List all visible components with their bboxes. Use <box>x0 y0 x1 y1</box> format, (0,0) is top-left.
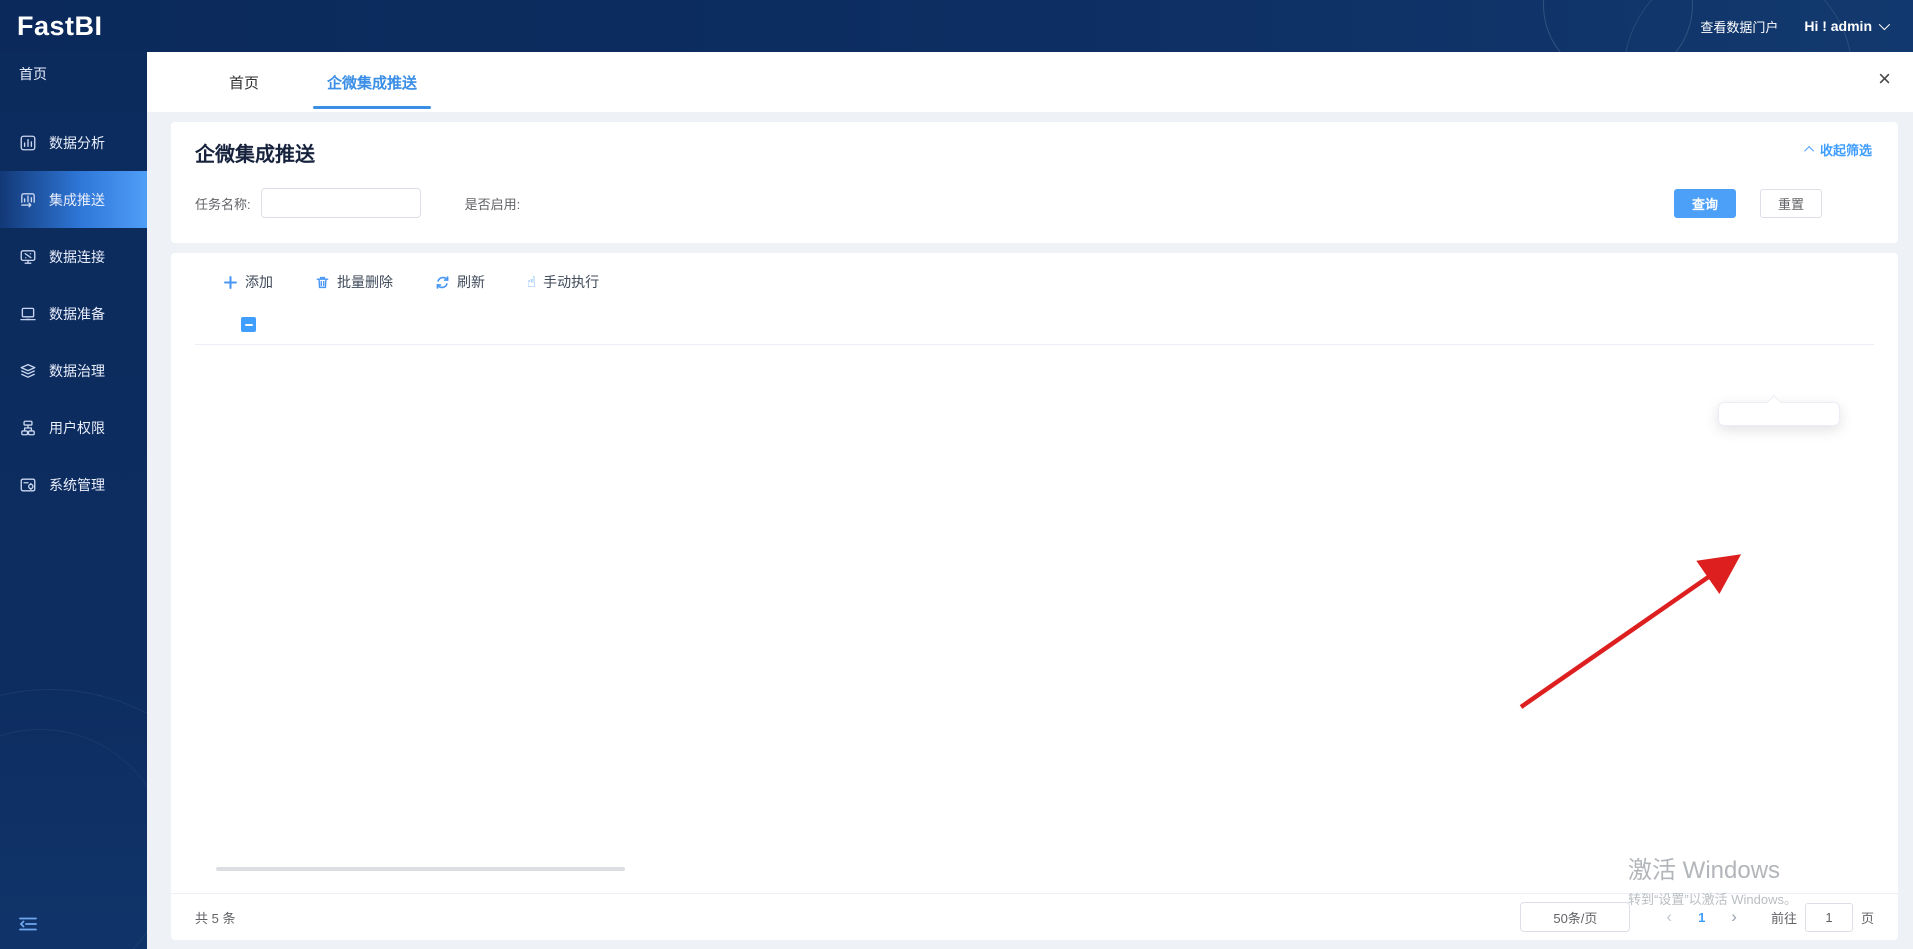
hand-pointer-icon: ☝ <box>527 275 536 290</box>
enabled-filter-label: 是否启用: <box>465 194 521 213</box>
governance-icon <box>19 362 37 380</box>
collapse-filter-link[interactable]: 收起筛选 <box>1807 140 1872 159</box>
sidebar-item-[interactable]: 数据分析 <box>0 114 147 171</box>
sidebar-item-home[interactable]: 首页 <box>0 52 147 96</box>
horizontal-scrollbar[interactable] <box>216 867 625 871</box>
page-unit-label: 页 <box>1861 908 1874 927</box>
sidebar-item-[interactable]: 用户权限 <box>0 399 147 456</box>
table-header-row <box>195 305 1874 345</box>
main-area: 首页企微集成推送 × 企微集成推送 收起筛选 任务名称: 是否启用: 查询 重置… <box>147 52 1913 949</box>
prepare-icon <box>19 305 37 323</box>
filter-panel: 企微集成推送 收起筛选 任务名称: 是否启用: 查询 重置 <box>171 122 1898 243</box>
sidebar: 首页 数据分析 集成推送 数据连接 数据准备 数据治理 用户权限 系统管理 <box>0 52 147 949</box>
sidebar-item-[interactable]: 数据连接 <box>0 228 147 285</box>
goto-label: 前往 <box>1771 908 1797 927</box>
goto-page-input[interactable] <box>1805 903 1853 932</box>
task-table-panel: 添加 批量删除 刷新 ☝ 手动执行 <box>171 253 1898 940</box>
sidebar-item-[interactable]: 数据治理 <box>0 342 147 399</box>
add-button[interactable]: 添加 <box>223 272 273 292</box>
tab-bar: 首页企微集成推送 × <box>147 52 1913 112</box>
top-header-bar: FastBI 查看数据门户 Hi ! admin <box>0 0 1913 52</box>
connection-icon <box>19 248 37 266</box>
sidebar-item-label: 集成推送 <box>49 190 105 210</box>
tab[interactable]: 首页 <box>215 52 273 112</box>
chevron-down-icon <box>1879 19 1890 30</box>
select-all-checkbox[interactable] <box>241 317 256 332</box>
total-count: 共 5 条 <box>195 908 235 927</box>
refresh-icon <box>435 275 450 290</box>
trash-icon <box>315 275 330 290</box>
sidebar-item-label: 用户权限 <box>49 418 105 438</box>
prev-page-icon[interactable]: ‹ <box>1658 907 1680 927</box>
reset-button[interactable]: 重置 <box>1760 189 1822 218</box>
sidebar-item-label: 系统管理 <box>49 475 105 495</box>
header-decor-circle <box>1623 0 1853 52</box>
plus-icon <box>223 275 238 290</box>
tab[interactable]: 企微集成推送 <box>313 52 431 112</box>
sidebar-item-[interactable]: 系统管理 <box>0 456 147 513</box>
sidebar-item-label: 数据治理 <box>49 361 105 381</box>
task-name-label: 任务名称: <box>195 194 251 213</box>
sidebar-menu: 数据分析 集成推送 数据连接 数据准备 数据治理 用户权限 系统管理 <box>0 114 147 513</box>
next-page-icon[interactable]: › <box>1723 907 1745 927</box>
task-name-input[interactable] <box>261 188 421 218</box>
sidebar-item-label: 数据分析 <box>49 133 105 153</box>
page-number[interactable]: 1 <box>1680 910 1723 925</box>
sidebar-item-active[interactable]: 集成推送 <box>0 171 147 228</box>
app-logo: FastBI <box>0 11 103 42</box>
sidebar-item-[interactable]: 数据准备 <box>0 285 147 342</box>
batch-delete-button[interactable]: 批量删除 <box>315 272 393 292</box>
page-title: 企微集成推送 <box>195 138 1874 167</box>
sidebar-collapse-icon[interactable] <box>18 916 38 937</box>
table-toolbar: 添加 批量删除 刷新 ☝ 手动执行 <box>223 272 1874 292</box>
system-icon <box>19 476 37 494</box>
sidebar-item-label: 数据准备 <box>49 304 105 324</box>
chart-icon <box>19 134 37 152</box>
row-actions-menu <box>1718 402 1840 426</box>
users-icon <box>19 419 37 437</box>
push-icon <box>19 191 37 209</box>
search-button[interactable]: 查询 <box>1674 189 1736 218</box>
refresh-button[interactable]: 刷新 <box>435 272 485 292</box>
close-tab-icon[interactable]: × <box>1878 68 1891 90</box>
pagination-bar: 共 5 条 50条/页 ‹ 1 › 前往 页 <box>171 893 1898 940</box>
page-size-select[interactable]: 50条/页 <box>1520 902 1630 932</box>
manual-run-button[interactable]: ☝ 手动执行 <box>527 272 599 292</box>
sidebar-item-label: 数据连接 <box>49 247 105 267</box>
